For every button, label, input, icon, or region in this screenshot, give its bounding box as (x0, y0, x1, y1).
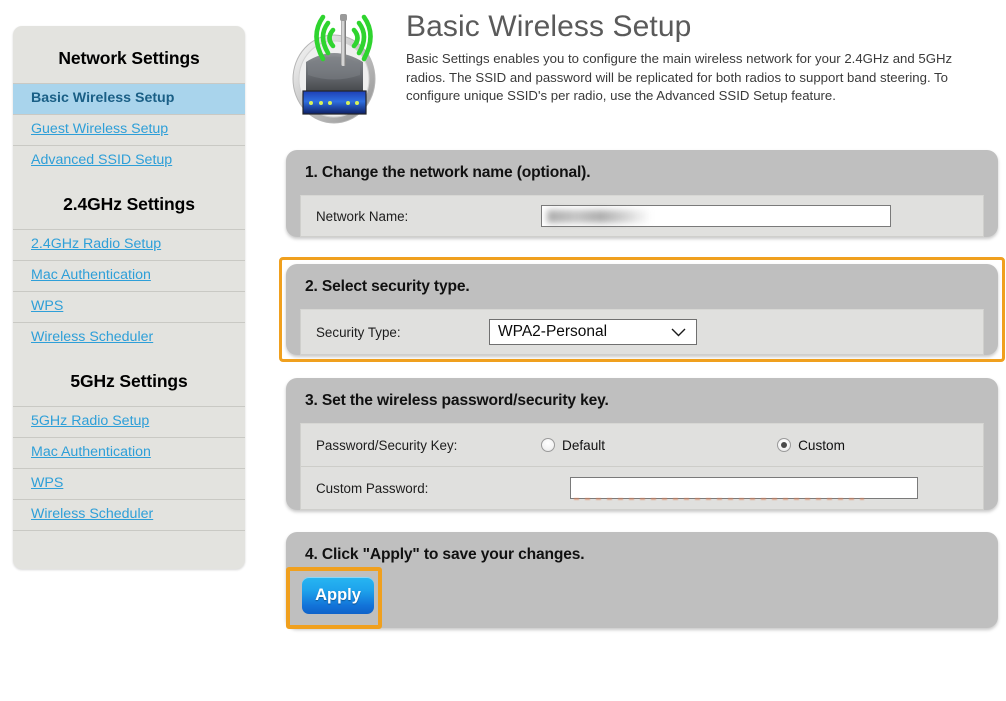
page-title: Basic Wireless Setup (406, 10, 692, 43)
security-type-control: WPA2-Personal (489, 319, 983, 345)
section-3-body: Password/Security Key: Default Custom Cu… (300, 423, 984, 510)
page-header: Basic Wireless Setup Basic Settings enab… (286, 0, 1006, 136)
sidebar-item-label: Guest Wireless Setup (31, 121, 169, 137)
network-name-control (541, 205, 983, 227)
sidebar-item-basic-wireless-setup[interactable]: Basic Wireless Setup (13, 83, 245, 114)
sidebar-item-24ghz-wps[interactable]: WPS (13, 291, 245, 322)
sidebar-group-title-24ghz-settings: 2.4GHz Settings (63, 194, 195, 214)
sidebar-divider (13, 530, 245, 547)
page-description: Basic Settings enables you to configure … (406, 51, 953, 103)
section-select-security-type: 2. Select security type. Security Type: … (279, 257, 1005, 362)
radio-default-circle-icon (541, 438, 555, 452)
redacted-network-name (547, 210, 651, 223)
section-apply-changes: 4. Click "Apply" to save your changes. A… (286, 532, 998, 629)
custom-password-label: Custom Password: (316, 480, 429, 496)
network-name-row: Network Name: (301, 196, 983, 236)
sidebar-nav: Network Settings Basic Wireless Setup Gu… (13, 26, 245, 569)
sidebar-item-label: 5GHz Radio Setup (31, 413, 150, 429)
sidebar-item-label: 2.4GHz Radio Setup (31, 236, 162, 252)
custom-password-input[interactable] (570, 477, 918, 500)
radio-default-label: Default (562, 437, 606, 453)
section-4-heading: 4. Click "Apply" to save your changes. (305, 546, 585, 563)
sidebar-item-24ghz-radio-setup[interactable]: 2.4GHz Radio Setup (13, 229, 245, 260)
security-type-label: Security Type: (316, 324, 401, 340)
sidebar-item-guest-wireless-setup[interactable]: Guest Wireless Setup (13, 114, 245, 145)
apply-button-zone: Apply (286, 567, 382, 629)
sidebar-group-title-network-settings: Network Settings (58, 48, 200, 68)
chevron-down-icon (671, 320, 686, 344)
section-2-heading: 2. Select security type. (305, 278, 470, 295)
section-2-body: Security Type: WPA2-Personal (300, 309, 984, 355)
header-text-block: Basic Wireless Setup Basic Settings enab… (392, 6, 1006, 106)
sidebar-item-5ghz-radio-setup[interactable]: 5GHz Radio Setup (13, 406, 245, 437)
radio-custom-circle-icon (777, 438, 792, 452)
password-mode-label: Password/Security Key: (316, 437, 458, 453)
sidebar-group-title-5ghz-settings: 5GHz Settings (70, 371, 188, 391)
password-mode-control: Default Custom (541, 438, 983, 453)
radio-custom-label: Custom (798, 437, 845, 453)
network-name-label: Network Name: (316, 208, 409, 224)
redacted-custom-password (574, 498, 864, 500)
sidebar-item-label: Mac Authentication (31, 267, 151, 283)
security-type-selected-value: WPA2-Personal (498, 323, 608, 340)
sidebar-item-5ghz-mac-authentication[interactable]: Mac Authentication (13, 437, 245, 468)
network-name-input[interactable] (541, 205, 891, 227)
section-change-network-name: 1. Change the network name (optional). N… (286, 150, 998, 237)
sidebar-item-24ghz-mac-authentication[interactable]: Mac Authentication (13, 260, 245, 291)
sidebar-item-5ghz-wps[interactable]: WPS (13, 468, 245, 499)
sidebar-item-label: WPS (31, 475, 64, 491)
custom-password-row: Custom Password: (301, 466, 983, 509)
security-type-row: Security Type: WPA2-Personal (301, 310, 983, 354)
sidebar-item-label: Advanced SSID Setup (31, 152, 173, 168)
section-3-heading: 3. Set the wireless password/security ke… (305, 392, 609, 409)
section-1-heading: 1. Change the network name (optional). (305, 164, 591, 181)
sidebar-item-label: Basic Wireless Setup (31, 90, 175, 106)
radio-custom[interactable]: Custom (777, 438, 845, 453)
sidebar-item-label: Wireless Scheduler (31, 506, 154, 522)
section-1-body: Network Name: (300, 195, 984, 237)
sidebar-item-5ghz-wireless-scheduler[interactable]: Wireless Scheduler (13, 499, 245, 530)
sidebar-item-label: WPS (31, 298, 64, 314)
sidebar-item-advanced-ssid-setup[interactable]: Advanced SSID Setup (13, 145, 245, 176)
radio-default[interactable]: Default (541, 438, 605, 453)
apply-button[interactable]: Apply (302, 577, 374, 614)
main-content: Basic Wireless Setup Basic Settings enab… (279, 0, 1006, 701)
custom-password-control (541, 477, 983, 500)
security-type-select[interactable]: WPA2-Personal (489, 319, 697, 345)
password-mode-row: Password/Security Key: Default Custom (301, 424, 983, 466)
section-set-wireless-password: 3. Set the wireless password/security ke… (286, 378, 998, 510)
sidebar-item-label: Mac Authentication (31, 444, 151, 460)
sidebar-item-label: Wireless Scheduler (31, 329, 154, 345)
sidebar-item-24ghz-wireless-scheduler[interactable]: Wireless Scheduler (13, 322, 245, 353)
wireless-router-icon (286, 6, 392, 136)
